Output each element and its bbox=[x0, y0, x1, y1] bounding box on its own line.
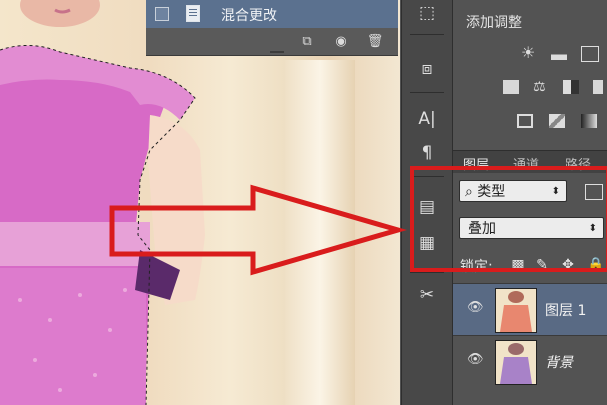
annotation-highlight-box bbox=[410, 166, 607, 272]
photoshop-window: 混合更改 ⧉ ◉ 🗑 ⬚ ⧈ A| ¶ ▤ ▦ ✂ 添加调整 ☀ ⚖ 图层 通道… bbox=[0, 0, 607, 405]
